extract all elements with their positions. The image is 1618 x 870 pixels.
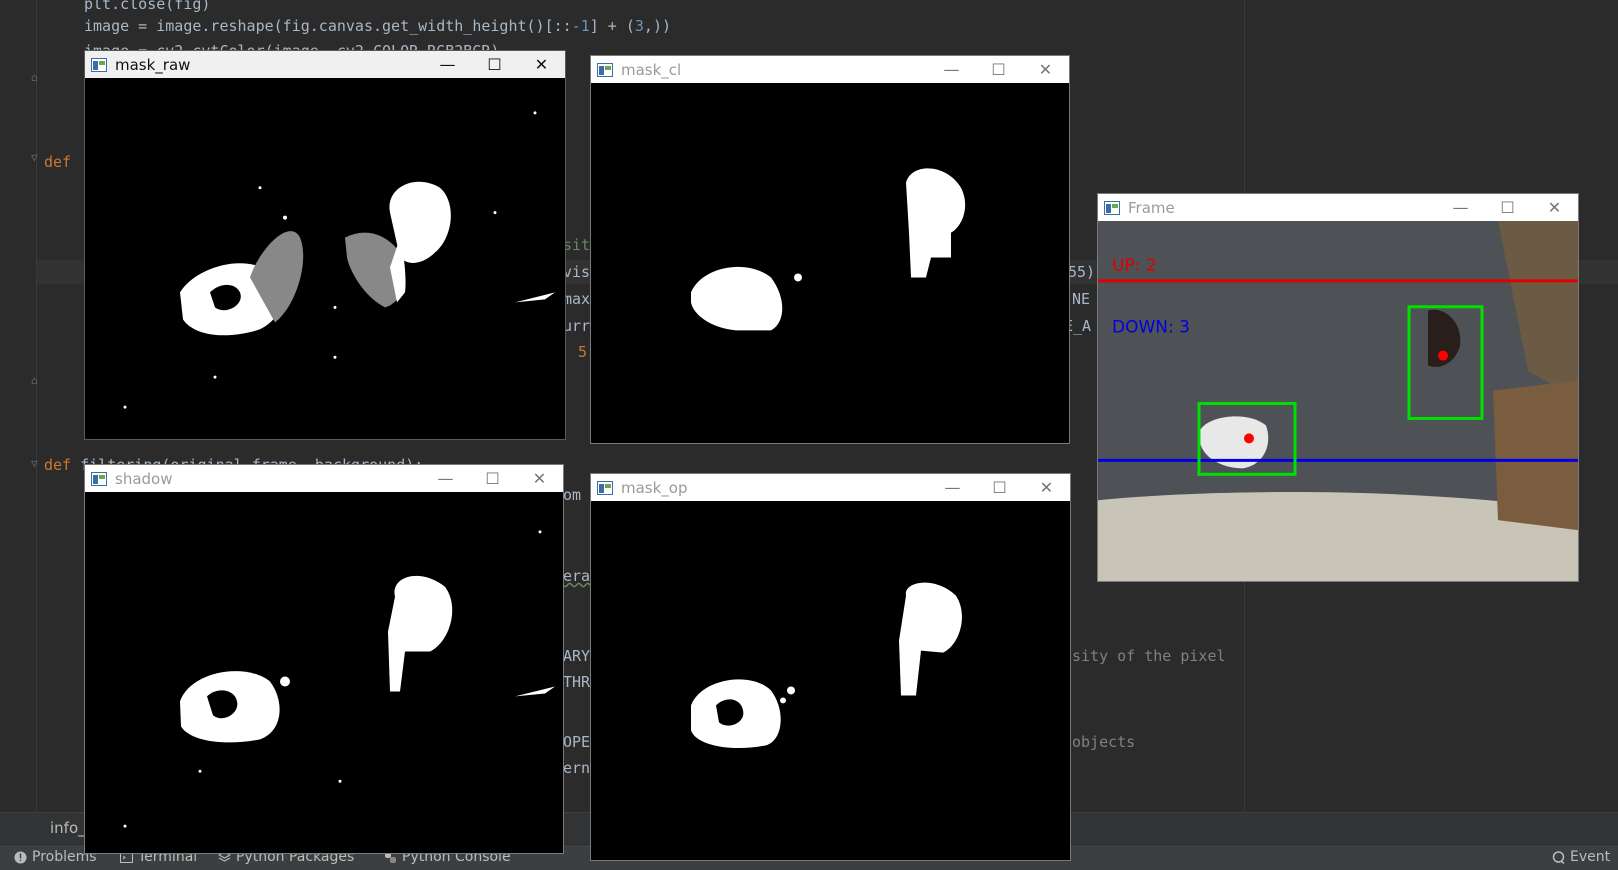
minimize-icon[interactable]: —	[1437, 194, 1484, 221]
app-icon	[91, 471, 107, 486]
maximize-icon[interactable]: ☐	[471, 51, 518, 78]
code-text: image = image.reshape(fig.canvas.get_wid…	[84, 17, 572, 35]
centroid-dot	[1438, 350, 1448, 361]
code-fragment: max	[563, 290, 591, 308]
code-text: ] + (	[589, 17, 635, 35]
minimize-icon[interactable]: —	[929, 474, 976, 501]
code-fragment: sit	[563, 236, 591, 254]
code-fragment: urr	[563, 317, 591, 335]
code-fragment: vis	[563, 263, 591, 281]
gutter-divider	[36, 0, 37, 812]
code-comment: objects	[1072, 733, 1136, 751]
minimize-icon[interactable]: —	[928, 56, 975, 83]
window-frame[interactable]: Frame — ☐ ✕ UP: 2 DOWN: 3	[1097, 193, 1579, 582]
code-fragment: OPE	[563, 733, 591, 751]
mask-op-image	[591, 501, 1070, 860]
code-fragment: 55)	[1068, 263, 1096, 281]
window-title: shadow	[115, 469, 173, 488]
window-mask-cl[interactable]: mask_cl — ☐ ✕	[590, 55, 1070, 444]
app-icon	[597, 480, 613, 495]
window-title: mask_raw	[115, 55, 191, 74]
code-text: ,))	[643, 17, 672, 35]
code-number: 3	[634, 17, 644, 35]
code-fragment: era	[563, 567, 591, 585]
def-keyword: def	[44, 153, 72, 171]
tool-event-log[interactable]: Event	[1552, 849, 1610, 865]
mask-raw-image	[85, 78, 565, 439]
minimize-icon[interactable]: —	[424, 51, 471, 78]
close-icon[interactable]: ✕	[1022, 56, 1069, 83]
window-titlebar[interactable]: Frame — ☐ ✕	[1098, 194, 1578, 221]
window-mask-op[interactable]: mask_op — ☐ ✕	[590, 473, 1071, 861]
window-titlebar[interactable]: mask_raw — ☐ ✕	[85, 51, 565, 78]
maximize-icon[interactable]: ☐	[469, 465, 516, 492]
shadow-image	[85, 492, 563, 853]
minimize-icon[interactable]: —	[422, 465, 469, 492]
window-title: mask_op	[621, 478, 688, 497]
maximize-icon[interactable]: ☐	[976, 474, 1023, 501]
window-titlebar[interactable]: mask_cl — ☐ ✕	[591, 56, 1069, 83]
centroid-dot	[1244, 433, 1254, 444]
breadcrumb-item[interactable]: info_	[50, 819, 86, 837]
code-fragment: om	[563, 486, 582, 504]
def-keyword: def	[44, 456, 72, 474]
tool-label: Event	[1570, 849, 1611, 865]
event-log-icon	[1552, 850, 1565, 864]
code-line[interactable]: plt.close(fig)	[84, 0, 210, 14]
code-fragment: ern	[563, 759, 591, 777]
video-frame: UP: 2 DOWN: 3	[1098, 221, 1578, 581]
close-icon[interactable]: ✕	[516, 465, 563, 492]
maximize-icon[interactable]: ☐	[975, 56, 1022, 83]
fold-marker-icon[interactable]: ⌂	[31, 375, 41, 387]
code-fragment: ARY	[563, 647, 591, 665]
window-title: mask_cl	[621, 60, 682, 79]
app-icon	[597, 62, 613, 77]
close-icon[interactable]: ✕	[518, 51, 565, 78]
down-count-label: DOWN: 3	[1112, 318, 1190, 338]
maximize-icon[interactable]: ☐	[1484, 194, 1531, 221]
window-shadow[interactable]: shadow — ☐ ✕	[84, 464, 564, 854]
window-mask-raw[interactable]: mask_raw — ☐ ✕	[84, 50, 566, 440]
code-comment: sity of the pixel	[1072, 647, 1226, 665]
close-icon[interactable]: ✕	[1531, 194, 1578, 221]
close-icon[interactable]: ✕	[1023, 474, 1070, 501]
window-titlebar[interactable]: shadow — ☐ ✕	[85, 465, 563, 492]
app-icon	[91, 57, 107, 72]
window-titlebar[interactable]: mask_op — ☐ ✕	[591, 474, 1070, 501]
mask-cl-image	[591, 83, 1069, 443]
window-title: Frame	[1128, 198, 1175, 217]
fold-marker-icon[interactable]: ⌂	[31, 72, 41, 84]
code-line[interactable]: image = image.reshape(fig.canvas.get_wid…	[84, 16, 671, 36]
up-count-label: UP: 2	[1112, 256, 1157, 276]
code-fragment: THR	[563, 673, 591, 691]
fold-marker-icon[interactable]: ▽	[31, 458, 41, 470]
code-fragment: NE	[1072, 290, 1091, 308]
code-number: -1	[571, 17, 590, 35]
fold-marker-icon[interactable]: ▽	[31, 152, 41, 164]
app-icon	[1104, 200, 1120, 215]
problems-icon	[14, 851, 27, 863]
